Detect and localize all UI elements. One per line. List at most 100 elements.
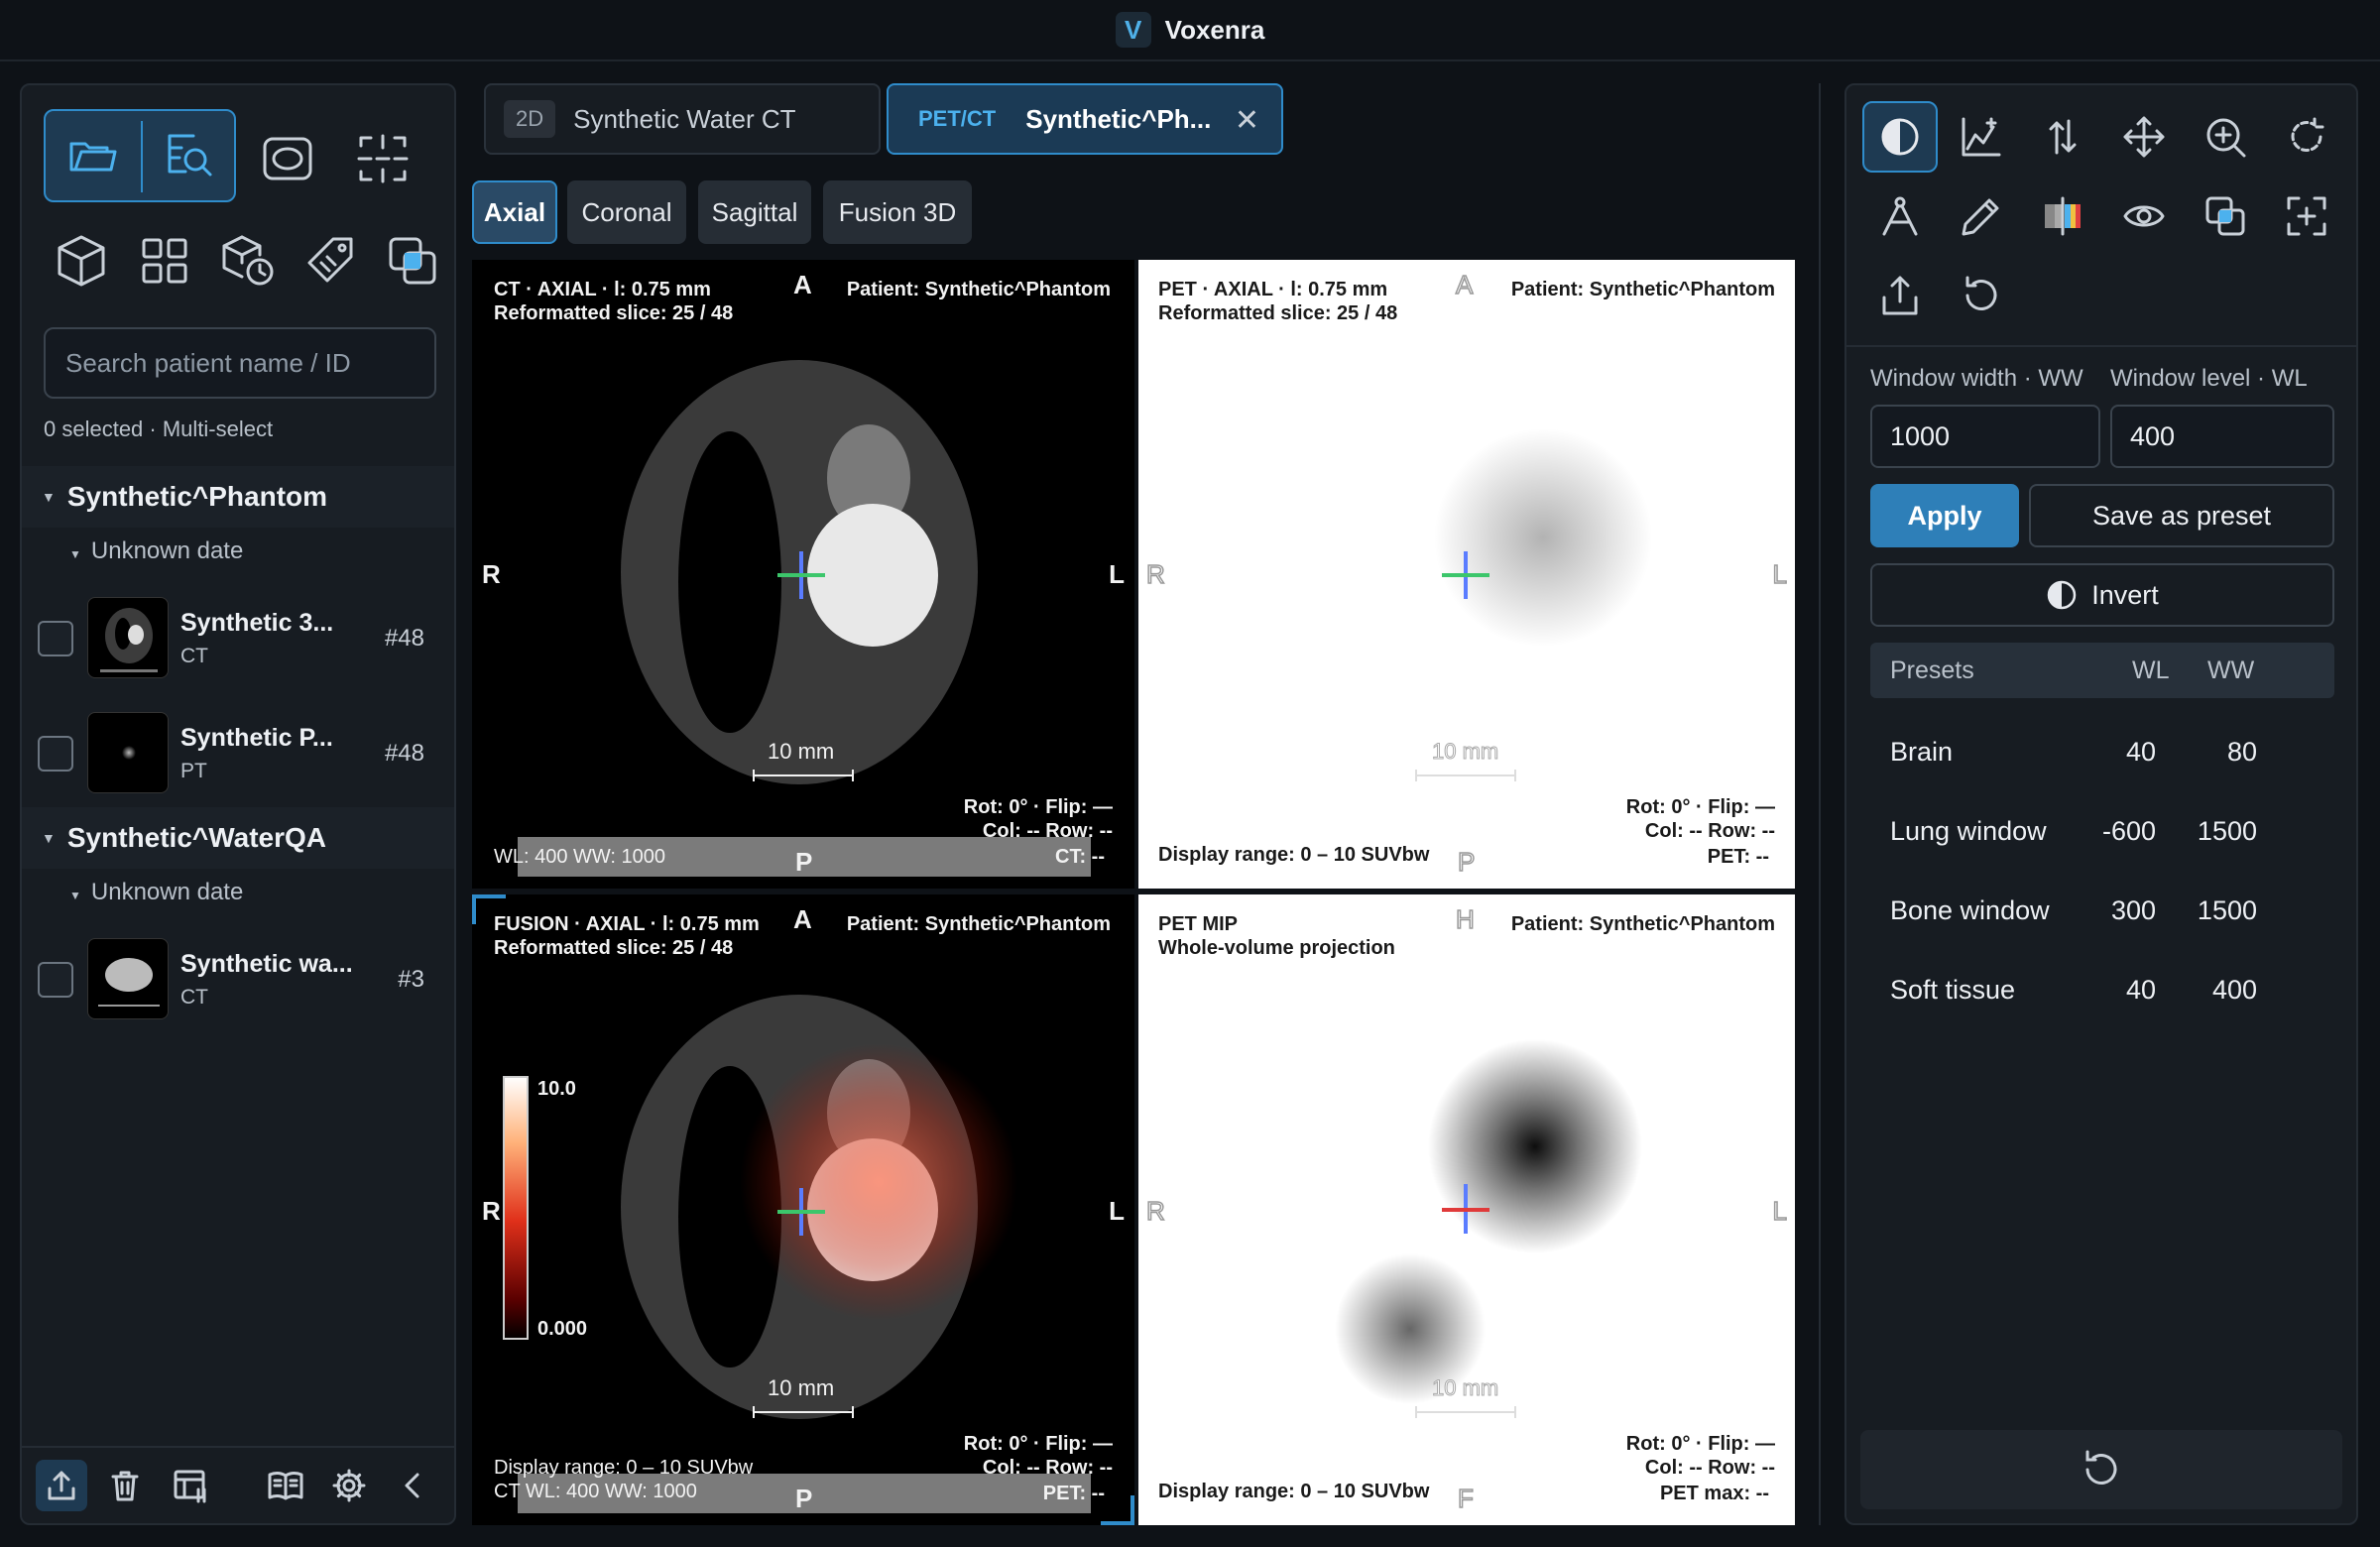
tab-sagittal[interactable]: Sagittal [698,180,811,244]
patient-search-input[interactable]: Search patient name / ID [44,327,436,399]
gear-icon[interactable] [323,1460,375,1511]
patient-row[interactable]: ▼ Synthetic^Phantom [22,466,454,528]
chevron-down-icon[interactable]: ▼ [42,489,56,505]
patient-row[interactable]: ▼ Synthetic^WaterQA [22,807,454,869]
rotate-icon[interactable] [2269,101,2344,173]
preset-row-lung[interactable]: Lung window -600 1500 [1870,803,2334,863]
layout-table-icon[interactable] [167,1460,218,1511]
close-icon[interactable]: ✕ [1235,103,1259,138]
save-preset-button[interactable]: Save as preset [2029,484,2334,547]
selection-status[interactable]: 0 selected · Multi-select [44,416,273,442]
series-name: Synthetic wa... [180,950,353,978]
orientation-left: R [482,1196,501,1226]
fusion-axial-viewport[interactable]: FUSION · AXIAL · l: 0.75 mm Reformatted … [472,894,1134,1525]
preset-row-soft-tissue[interactable]: Soft tissue 40 400 [1870,962,2334,1021]
crosshair-icon [1442,551,1489,599]
pet-axial-viewport[interactable]: PET · AXIAL · l: 0.75 mm Reformatted sli… [1138,260,1795,889]
colorbar-max-label: 10.0 [537,1078,576,1100]
preset-wl: 300 [2110,895,2156,925]
colormap-icon[interactable] [2025,180,2100,252]
pet-mip-viewport[interactable]: PET MIP Whole-volume projection Patient:… [1138,894,1795,1525]
preset-row-brain[interactable]: Brain 40 80 [1870,724,2334,783]
study-browser-panel: Search patient name / ID 0 selected · Mu… [20,83,456,1525]
series-name: Synthetic P... [180,724,333,752]
series-item[interactable]: Synthetic P... PT #48 [22,704,454,803]
trash-icon[interactable] [99,1460,151,1511]
orientation-right: L [1772,1195,1788,1227]
window-info: CT WL: 400 WW: 1000 [494,1481,697,1502]
preset-row-bone[interactable]: Bone window 300 1500 [1870,883,2334,942]
contrast-icon[interactable] [1862,101,1938,173]
preset-ww: 1500 [2197,816,2257,846]
export-icon[interactable] [1862,260,1938,331]
window-width-input[interactable]: 1000 [1870,405,2100,468]
study-date: Unknown date [90,537,244,564]
overlay-icon[interactable] [2188,180,2263,252]
title-bar: V Voxenra [0,0,2380,61]
series-item[interactable]: Synthetic wa... CT #3 [22,930,454,1029]
zoom-in-icon[interactable] [2188,101,2263,173]
orientation-right: L [1109,1196,1125,1226]
cube-icon[interactable] [44,228,119,294]
ellipse-roi-icon[interactable] [250,129,325,188]
preset-name: Lung window [1890,816,2047,846]
panel-divider[interactable] [1819,83,1821,1525]
window-level-input[interactable]: 400 [2110,405,2334,468]
invert-button[interactable]: Invert [1870,563,2334,627]
move-icon[interactable] [2106,101,2182,173]
search-study-icon[interactable] [143,111,236,200]
layout-grid-icon[interactable] [127,228,202,294]
book-icon[interactable] [260,1460,311,1511]
viewport-info: FUSION · AXIAL · l: 0.75 mm [494,913,760,935]
series-count: #3 [398,966,424,993]
series-checkbox[interactable] [38,962,73,998]
cube-history-icon[interactable] [210,228,286,294]
orientation-left: R [482,559,501,589]
study-date-row[interactable]: ▼ Unknown date [69,879,243,906]
eye-icon[interactable] [2106,180,2182,252]
crosshair-grid-icon[interactable] [345,129,420,188]
left-panel-footer [22,1446,454,1523]
fit-screen-icon[interactable] [2269,180,2344,252]
histogram-icon[interactable] [1944,101,2019,173]
crosshair-icon [1442,1184,1489,1234]
tab-coronal[interactable]: Coronal [567,180,686,244]
series-modality: PT [180,760,207,782]
tab-fusion-3d[interactable]: Fusion 3D [823,180,972,244]
tab-badge: PET/CT [918,106,997,131]
window-width-label: Window width · WW [1870,365,2083,392]
reset-icon[interactable] [1944,260,2019,331]
export-icon[interactable] [36,1460,87,1511]
pencil-icon[interactable] [1944,180,2019,252]
study-date-row[interactable]: ▼ Unknown date [69,537,243,565]
projection-info: Whole-volume projection [1158,937,1395,959]
tab-pet-ct[interactable]: PET/CT Synthetic^Ph... ✕ [887,83,1283,155]
orientation-left: R [1145,558,1165,590]
invert-label: Invert [2091,579,2159,610]
apply-button[interactable]: Apply [1870,484,2019,547]
overlay-icon[interactable] [375,228,450,294]
series-item[interactable]: Synthetic 3... CT #48 [22,589,454,688]
slice-info: Reformatted slice: 25 / 48 [494,302,734,324]
series-modality: CT [180,986,208,1009]
patient-label: Patient: Synthetic^Phantom [846,913,1111,935]
tab-synthetic-water-ct[interactable]: 2D Synthetic Water CT [484,83,881,155]
patient-name: Synthetic^WaterQA [66,822,326,853]
viewport-info: PET MIP [1158,913,1239,935]
folder-open-icon[interactable] [46,111,141,200]
angle-measure-icon[interactable] [1862,180,1938,252]
arrows-vertical-icon[interactable] [2025,101,2100,173]
chevron-down-icon[interactable]: ▼ [42,830,56,846]
series-checkbox[interactable] [38,736,73,772]
colorbar-min-label: 0.000 [537,1318,588,1340]
tag-icon[interactable] [294,228,369,294]
orientation-right: L [1772,558,1788,590]
chevron-down-icon: ▼ [69,889,81,902]
preset-ww: 80 [2226,737,2257,767]
display-range-info: Display range: 0 – 10 SUVbw [494,1457,754,1479]
ct-axial-viewport[interactable]: CT · AXIAL · l: 0.75 mm Reformatted slic… [472,260,1134,889]
collapse-left-icon[interactable] [387,1460,438,1511]
series-checkbox[interactable] [38,621,73,656]
reset-button[interactable] [1860,1430,2342,1509]
tab-axial[interactable]: Axial [472,180,557,244]
